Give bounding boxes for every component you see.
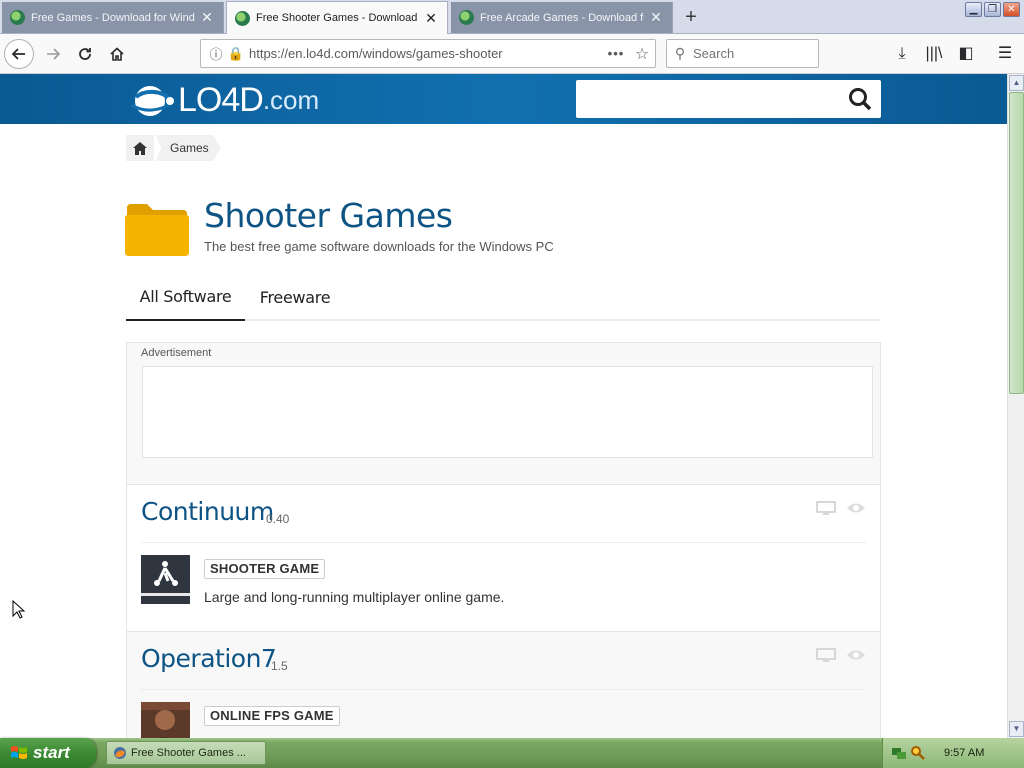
minimize-button[interactable]: ▁ <box>965 2 982 17</box>
close-window-button[interactable]: ✕ <box>1003 2 1020 17</box>
item-description: Large and long-running multiplayer onlin… <box>204 589 505 605</box>
search-tray-icon[interactable] <box>910 745 926 761</box>
download-icon[interactable]: ⤓ <box>890 42 914 66</box>
scrollbar-thumb[interactable] <box>1009 92 1024 394</box>
tab-freeware[interactable]: Freeware <box>245 274 345 321</box>
lo4d-favicon-icon <box>459 10 474 25</box>
bookmark-star-icon[interactable]: ☆ <box>629 44 655 64</box>
page-content: LO4D .com Games Shooter Games The best f… <box>0 74 1007 738</box>
browser-tab-arcade-games[interactable]: Free Arcade Games - Download for Windows… <box>451 2 673 33</box>
tab-title: Free Shooter Games - Download for Window… <box>256 12 419 24</box>
scroll-up-arrow-icon[interactable]: ▲ <box>1009 75 1024 91</box>
library-icon[interactable]: |||\ <box>922 42 946 66</box>
site-logo[interactable]: LO4D .com <box>126 81 319 120</box>
browser-tab-shooter-games[interactable]: Free Shooter Games - Download for Window… <box>226 1 448 34</box>
software-listing: Advertisement Continuum 0.40 SHOOTER GAM… <box>126 342 881 738</box>
eye-icon <box>847 503 865 513</box>
software-filter-tabs: All Software Freeware <box>126 274 880 321</box>
network-icon[interactable] <box>891 745 907 761</box>
home-icon <box>110 47 124 61</box>
clock[interactable]: 9:57 AM <box>944 747 984 759</box>
item-platform-icons <box>816 501 866 515</box>
address-bar[interactable]: ⓘ 🔒 https://en.lo4d.com/windows/games-sh… <box>200 39 656 68</box>
site-search-input[interactable] <box>576 80 881 118</box>
reload-icon <box>79 48 91 60</box>
new-tab-button[interactable]: + <box>680 6 702 29</box>
item-name[interactable]: Continuum <box>141 497 274 526</box>
lo4d-favicon-icon <box>235 10 250 26</box>
home-icon <box>133 141 147 155</box>
browser-tab-free-games[interactable]: Free Games - Download for Windows ✕ <box>2 2 224 33</box>
lo4d-favicon-icon <box>10 10 25 25</box>
close-tab-icon[interactable]: ✕ <box>423 10 439 27</box>
category-badge[interactable]: ONLINE FPS GAME <box>204 706 340 726</box>
restore-button[interactable]: ❐ <box>984 2 1001 17</box>
desktop-icon <box>816 501 836 515</box>
logo-text: LO4D <box>178 81 264 119</box>
tab-all-software[interactable]: All Software <box>126 274 245 321</box>
site-header: LO4D .com <box>0 74 1007 124</box>
start-label: start <box>33 743 70 762</box>
continuum-app-icon[interactable] <box>141 555 190 604</box>
tab-title: Free Arcade Games - Download for Windows <box>480 11 644 24</box>
item-platform-icons <box>816 648 866 662</box>
menu-icon[interactable]: ☰ <box>993 42 1017 66</box>
url-text[interactable]: https://en.lo4d.com/windows/games-shoote… <box>245 46 603 61</box>
tab-title: Free Games - Download for Windows <box>31 11 195 24</box>
scroll-down-arrow-icon[interactable]: ▼ <box>1009 721 1024 737</box>
eye-icon <box>847 650 865 660</box>
firefox-icon <box>114 747 126 759</box>
item-version: 1.5 <box>271 659 288 673</box>
advertisement-label: Advertisement <box>141 347 212 359</box>
lo4d-globe-icon <box>131 85 174 116</box>
lock-icon: 🔒 <box>227 45 245 61</box>
close-tab-icon[interactable]: ✕ <box>648 9 664 26</box>
category-badge[interactable]: SHOOTER GAME <box>204 559 326 579</box>
advertisement-box <box>142 366 873 458</box>
taskbar-window-button[interactable]: Free Shooter Games ... <box>106 741 266 765</box>
list-item[interactable]: Continuum 0.40 SHOOTER GAME Large and lo… <box>127 484 880 631</box>
tab-strip: Free Games - Download for Windows ✕ Free… <box>0 0 1024 34</box>
search-placeholder: Search <box>693 46 735 61</box>
window-controls: ▁ ❐ ✕ <box>965 2 1020 17</box>
vertical-scrollbar[interactable]: ▲ ▼ <box>1007 74 1024 738</box>
forward-arrow-icon <box>47 48 61 60</box>
folder-icon <box>125 204 189 256</box>
desktop-icon <box>816 648 836 662</box>
system-tray: 9:57 AM <box>882 738 1024 768</box>
breadcrumb-home[interactable] <box>126 135 154 161</box>
taskbar: start Free Shooter Games ... 9:57 AM <box>0 738 1024 768</box>
back-button[interactable] <box>4 39 34 69</box>
home-button[interactable] <box>102 39 132 69</box>
item-version: 0.40 <box>266 512 290 526</box>
search-icon[interactable] <box>847 86 873 112</box>
navigation-toolbar: ⓘ 🔒 https://en.lo4d.com/windows/games-sh… <box>0 34 1024 74</box>
list-item[interactable]: Operation7 1.5 ONLINE FPS GAME <box>127 631 880 738</box>
breadcrumb: Games <box>126 135 221 161</box>
page-actions-icon[interactable]: ••• <box>603 46 629 61</box>
close-tab-icon[interactable]: ✕ <box>199 9 215 26</box>
windows-flag-icon <box>11 746 27 759</box>
item-name[interactable]: Operation7 <box>141 644 277 673</box>
page-title: Shooter Games <box>204 196 453 235</box>
operation7-app-icon[interactable] <box>141 702 190 738</box>
site-info-icon[interactable]: ⓘ <box>205 44 227 63</box>
reload-button[interactable] <box>70 39 100 69</box>
search-icon: ⚲ <box>674 45 686 61</box>
breadcrumb-games[interactable]: Games <box>156 135 221 161</box>
browser-search-field[interactable]: ⚲ Search <box>666 39 819 68</box>
mouse-pointer-icon <box>12 600 26 619</box>
forward-button[interactable] <box>38 39 68 69</box>
start-button[interactable]: start <box>0 738 96 768</box>
item-divider <box>141 689 866 690</box>
back-arrow-icon <box>11 48 25 60</box>
item-divider <box>141 542 866 543</box>
page-subtitle: The best free game software downloads fo… <box>204 239 554 254</box>
sidebar-icon[interactable]: ◧ <box>954 42 978 66</box>
taskbar-window-title: Free Shooter Games ... <box>131 747 246 759</box>
logo-tld: .com <box>262 85 320 115</box>
